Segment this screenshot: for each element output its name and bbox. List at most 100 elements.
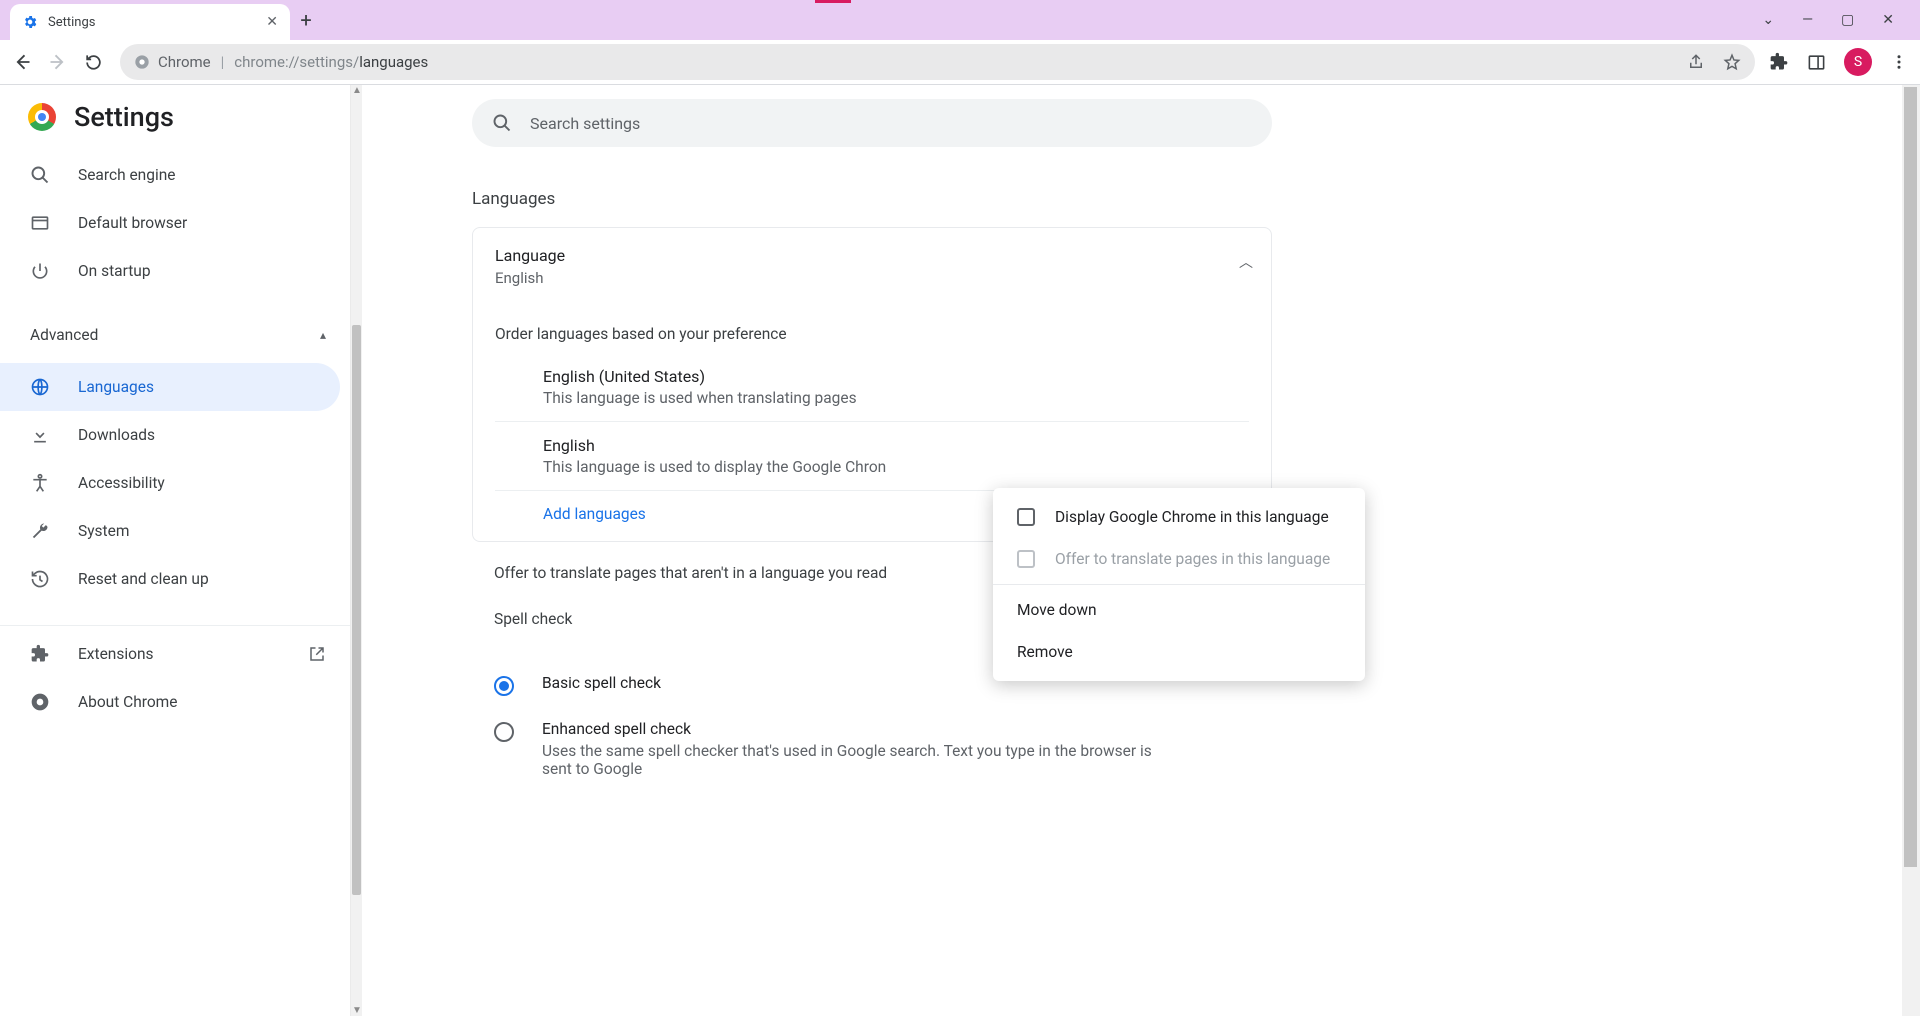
extensions-icon[interactable] xyxy=(1769,52,1789,72)
puzzle-icon xyxy=(30,644,52,664)
sidebar-item-languages[interactable]: Languages xyxy=(0,363,340,411)
sidebar-item-default-browser[interactable]: Default browser xyxy=(0,199,340,247)
main-pane: Search settings Languages Language Engli… xyxy=(362,85,1920,1016)
translate-toggle-label: Offer to translate pages that aren't in … xyxy=(494,564,887,582)
chrome-icon xyxy=(30,692,52,712)
omnibox-separator: | xyxy=(221,53,225,71)
sidebar-item-label: Search engine xyxy=(78,166,176,184)
section-title: Languages xyxy=(472,189,1920,209)
sidebar-item-accessibility[interactable]: Accessibility xyxy=(0,459,340,507)
kebab-menu-icon[interactable] xyxy=(1890,53,1908,71)
chrome-logo-icon xyxy=(28,103,56,131)
download-icon xyxy=(30,425,52,445)
maximize-icon[interactable]: ▢ xyxy=(1841,12,1854,28)
ctx-label: Remove xyxy=(1017,643,1073,661)
tab-strip: Settings ✕ + xyxy=(0,0,1736,40)
spell-enhanced-row[interactable]: Enhanced spell check Uses the same spell… xyxy=(494,708,1250,790)
brand-title: Settings xyxy=(74,101,174,133)
back-icon[interactable] xyxy=(12,52,34,72)
sidebar-divider xyxy=(0,625,350,626)
radio-icon[interactable] xyxy=(494,722,514,742)
forward-icon xyxy=(48,52,70,72)
sidebar-item-extensions[interactable]: Extensions xyxy=(0,630,340,678)
window-icon xyxy=(30,213,52,233)
browser-tab[interactable]: Settings ✕ xyxy=(10,4,290,40)
scrollbar-thumb[interactable] xyxy=(352,325,361,895)
scrollbar-thumb[interactable] xyxy=(1904,87,1917,867)
omnibox[interactable]: Chrome | chrome://settings/languages xyxy=(120,44,1755,80)
external-link-icon xyxy=(308,645,326,663)
scroll-down-icon[interactable]: ▼ xyxy=(352,1005,362,1016)
sidebar-item-label: System xyxy=(78,522,129,540)
ctx-offer-translate: Offer to translate pages in this languag… xyxy=(993,538,1365,580)
loading-accent xyxy=(815,0,851,3)
language-card-title: Language xyxy=(495,246,1249,265)
sidebar-scrollbar[interactable]: ▲ ▼ xyxy=(350,85,362,1016)
new-tab-button[interactable]: + xyxy=(290,8,322,32)
window-controls: ⌄ — ▢ ✕ xyxy=(1736,0,1920,40)
checkbox-icon[interactable] xyxy=(1017,508,1035,526)
avatar-letter: S xyxy=(1854,54,1862,70)
site-chip-label: Chrome xyxy=(158,53,211,71)
browser-toolbar: Chrome | chrome://settings/languages S xyxy=(0,40,1920,84)
restore-icon xyxy=(30,569,52,589)
bookmark-icon[interactable] xyxy=(1723,53,1741,71)
language-row[interactable]: English This language is used to display… xyxy=(495,422,1249,491)
url-origin: chrome://settings/ xyxy=(234,53,359,71)
spell-basic-label: Basic spell check xyxy=(542,674,661,692)
tab-close-icon[interactable]: ✕ xyxy=(266,14,278,30)
wrench-icon xyxy=(30,521,52,541)
radio-selected-icon[interactable] xyxy=(494,676,514,696)
sidebar-item-system[interactable]: System xyxy=(0,507,340,555)
language-row[interactable]: English (United States) This language is… xyxy=(495,353,1249,422)
ctx-remove[interactable]: Remove xyxy=(993,631,1365,673)
search-icon xyxy=(30,165,52,185)
search-placeholder: Search settings xyxy=(530,114,640,133)
settings-page: Settings Search engine Default browser O… xyxy=(0,85,1920,1016)
sidepanel-icon[interactable] xyxy=(1807,53,1826,72)
search-icon xyxy=(492,113,512,133)
power-icon xyxy=(30,261,52,281)
language-order-hint: Order languages based on your preference xyxy=(495,325,1249,343)
sidebar-item-reset[interactable]: Reset and clean up xyxy=(0,555,340,603)
language-context-menu: Display Google Chrome in this language O… xyxy=(993,488,1365,681)
checkbox-icon xyxy=(1017,550,1035,568)
site-chip: Chrome xyxy=(134,53,211,71)
sidebar-item-label: Downloads xyxy=(78,426,155,444)
ctx-move-down[interactable]: Move down xyxy=(993,589,1365,631)
ctx-label: Offer to translate pages in this languag… xyxy=(1055,550,1330,568)
sidebar-item-label: Default browser xyxy=(78,214,187,232)
sidebar-item-label: Extensions xyxy=(78,645,154,663)
accessibility-icon xyxy=(30,473,52,493)
collapse-icon[interactable]: ︿ xyxy=(1239,252,1253,272)
sidebar-item-about-chrome[interactable]: About Chrome xyxy=(0,678,340,726)
tab-search-icon[interactable]: ⌄ xyxy=(1762,12,1774,28)
main-scrollbar[interactable] xyxy=(1902,85,1920,1016)
profile-avatar[interactable]: S xyxy=(1844,48,1872,76)
language-card-current: English xyxy=(495,269,1249,287)
sidebar-item-label: Accessibility xyxy=(78,474,165,492)
sidebar-item-on-startup[interactable]: On startup xyxy=(0,247,340,295)
sidebar-item-search-engine[interactable]: Search engine xyxy=(0,151,340,199)
chevron-up-icon: ▴ xyxy=(320,328,326,342)
titlebar: Settings ✕ + ⌄ — ▢ ✕ xyxy=(0,0,1920,40)
ctx-label: Move down xyxy=(1017,601,1097,619)
tab-title: Settings xyxy=(48,15,95,30)
settings-search-input[interactable]: Search settings xyxy=(472,99,1272,147)
language-desc: This language is used when translating p… xyxy=(543,389,1249,407)
window-close-icon[interactable]: ✕ xyxy=(1882,12,1894,28)
language-card: Language English ︿ Order languages based… xyxy=(472,227,1272,542)
share-icon[interactable] xyxy=(1687,53,1705,71)
minimize-icon[interactable]: — xyxy=(1802,12,1813,28)
sidebar-group-advanced[interactable]: Advanced ▴ xyxy=(0,313,350,357)
language-desc: This language is used to display the Goo… xyxy=(543,458,1249,476)
sidebar-item-downloads[interactable]: Downloads xyxy=(0,411,340,459)
spellcheck-toggle-label: Spell check xyxy=(494,610,572,628)
sidebar-item-label: Reset and clean up xyxy=(78,570,209,588)
ctx-display-in-language[interactable]: Display Google Chrome in this language xyxy=(993,496,1365,538)
gear-icon xyxy=(22,14,38,30)
sidebar-group-label: Advanced xyxy=(30,326,98,344)
spell-enhanced-label: Enhanced spell check xyxy=(542,720,1162,738)
reload-icon[interactable] xyxy=(84,53,106,72)
scroll-up-icon[interactable]: ▲ xyxy=(352,85,362,96)
